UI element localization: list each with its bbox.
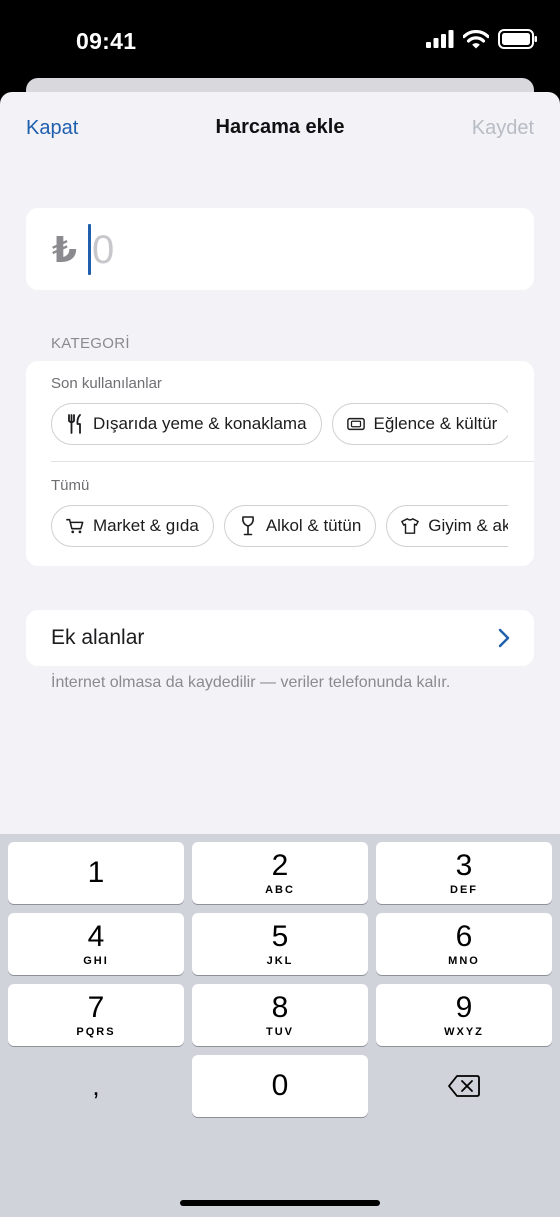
chip-label: Eğlence & kültür [373, 414, 498, 433]
divider [51, 461, 534, 462]
key-comma[interactable]: , [8, 1055, 184, 1117]
key-digit: 6 [455, 920, 473, 953]
comma-label: , [92, 1070, 100, 1101]
key-9[interactable]: 9 WXYZ [376, 984, 552, 1046]
key-letters: TUV [266, 1026, 294, 1038]
status-icons [426, 29, 538, 49]
amount-placeholder: 0 [92, 228, 115, 272]
key-digit: 8 [271, 991, 289, 1024]
offline-note: İnternet olmasa da kaydedilir — veriler … [51, 674, 451, 691]
extra-fields-row[interactable]: Ek alanlar [26, 610, 534, 666]
key-letters: GHI [83, 955, 109, 967]
chip-entertainment[interactable]: Eğlence & kültür [331, 403, 508, 445]
key-digit: 7 [87, 991, 105, 1024]
save-button[interactable]: Kaydet [472, 117, 534, 140]
recent-label: Son kullanılanlar [51, 375, 162, 392]
key-letters: ABC [265, 884, 295, 896]
signal-icon [426, 30, 454, 48]
key-3[interactable]: 3 DEF [376, 842, 552, 904]
chip-dining[interactable]: Dışarıda yeme & konaklama [51, 403, 322, 445]
category-card: Son kullanılanlar Dışarıda yeme & konakl… [26, 361, 534, 566]
wine-glass-icon [239, 516, 257, 536]
key-digit: 4 [87, 920, 105, 953]
backspace-icon [448, 1075, 480, 1097]
key-8[interactable]: 8 TUV [192, 984, 368, 1046]
numeric-keypad: 1 2 ABC 3 DEF 4 GHI 5 JKL 6 MNO 7 PQRS 8… [0, 834, 560, 1217]
chip-alcohol[interactable]: Alkol & tütün [223, 505, 377, 547]
key-letters: DEF [450, 884, 478, 896]
recent-chip-row[interactable]: Dışarıda yeme & konaklama Eğlence & kült… [51, 403, 508, 445]
key-digit: 5 [271, 920, 289, 953]
key-2[interactable]: 2 ABC [192, 842, 368, 904]
key-4[interactable]: 4 GHI [8, 913, 184, 975]
key-letters: PQRS [76, 1026, 116, 1038]
chip-label: Market & gıda [93, 516, 199, 535]
extra-fields-label: Ek alanlar [51, 626, 145, 649]
key-6[interactable]: 6 MNO [376, 913, 552, 975]
key-letters: MNO [448, 955, 480, 967]
delete-key[interactable] [376, 1055, 552, 1117]
all-chip-row[interactable]: Market & gıda Alkol & tütün Giyim & ak [51, 505, 508, 547]
ticket-icon [346, 415, 365, 433]
key-7[interactable]: 7 PQRS [8, 984, 184, 1046]
key-digit: 0 [271, 1069, 289, 1102]
wifi-icon [463, 29, 489, 48]
key-5[interactable]: 5 JKL [192, 913, 368, 975]
key-1[interactable]: 1 [8, 842, 184, 904]
amount-input[interactable]: ₺ 0 [26, 208, 534, 290]
chevron-right-icon [498, 628, 510, 653]
key-letters: JKL [266, 955, 294, 967]
chip-label: Alkol & tütün [265, 516, 362, 535]
cart-icon [66, 517, 84, 535]
status-bar: 09:41 [0, 0, 560, 80]
chip-clothing[interactable]: Giyim & aksesuar [386, 505, 508, 547]
currency-symbol: ₺ [52, 229, 78, 270]
all-label: Tümü [51, 477, 90, 494]
chip-grocery[interactable]: Market & gıda [51, 505, 214, 547]
chip-label: Giyim & aksesuar [428, 516, 508, 535]
key-digit: 1 [87, 856, 105, 889]
key-digit: 2 [271, 849, 289, 882]
home-indicator [180, 1200, 380, 1206]
key-letters: WXYZ [444, 1026, 484, 1038]
battery-icon [498, 29, 537, 49]
status-time: 09:41 [76, 28, 137, 54]
category-section-title: KATEGORİ [51, 335, 130, 352]
text-caret [88, 224, 91, 275]
tshirt-icon [401, 517, 420, 535]
key-0[interactable]: 0 [192, 1055, 368, 1117]
fork-knife-icon [66, 414, 84, 434]
chip-label: Dışarıda yeme & konaklama [93, 414, 307, 433]
key-digit: 9 [455, 991, 473, 1024]
key-digit: 3 [455, 849, 473, 882]
